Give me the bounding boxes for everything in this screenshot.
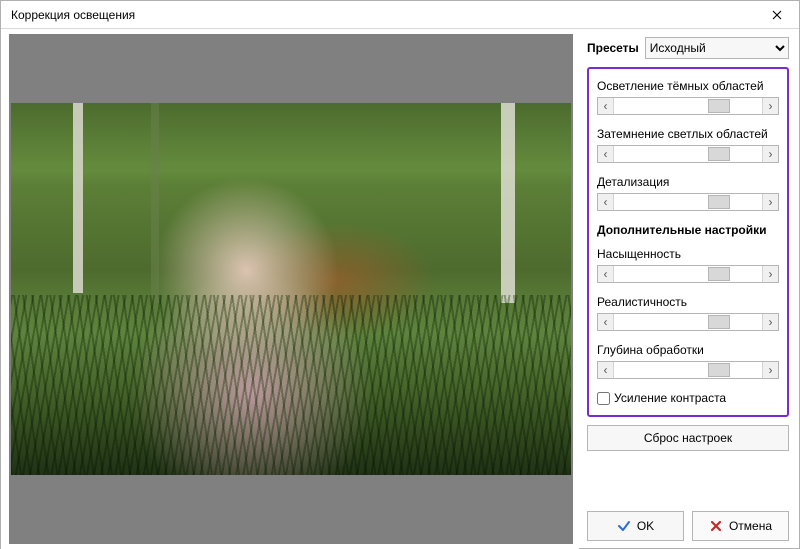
slider-thumb[interactable]	[708, 315, 730, 329]
chevron-right-icon: ›	[769, 147, 773, 161]
slider-thumb[interactable]	[708, 195, 730, 209]
shadows-label: Осветление тёмных областей	[597, 79, 779, 93]
chevron-right-icon: ›	[769, 315, 773, 329]
highlights-label: Затемнение светлых областей	[597, 127, 779, 141]
preview-frame	[9, 34, 573, 544]
chevron-right-icon: ›	[769, 195, 773, 209]
cancel-button-label: Отмена	[729, 519, 772, 533]
slider-thumb[interactable]	[708, 147, 730, 161]
slider-decrease-button[interactable]: ‹	[598, 266, 614, 282]
depth-group: Глубина обработки ‹ ›	[597, 343, 779, 379]
slider-decrease-button[interactable]: ‹	[598, 314, 614, 330]
detail-label: Детализация	[597, 175, 779, 189]
saturation-slider[interactable]: ‹ ›	[597, 265, 779, 283]
slider-thumb[interactable]	[708, 363, 730, 377]
realism-slider[interactable]: ‹ ›	[597, 313, 779, 331]
preview-image	[11, 103, 571, 475]
highlights-slider[interactable]: ‹ ›	[597, 145, 779, 163]
shadows-slider[interactable]: ‹ ›	[597, 97, 779, 115]
depth-slider[interactable]: ‹ ›	[597, 361, 779, 379]
detail-slider[interactable]: ‹ ›	[597, 193, 779, 211]
chevron-left-icon: ‹	[604, 195, 608, 209]
slider-track[interactable]	[614, 146, 762, 162]
highlights-group: Затемнение светлых областей ‹ ›	[597, 127, 779, 163]
dialog-button-row: OK Отмена	[587, 511, 789, 541]
detail-group: Детализация ‹ ›	[597, 175, 779, 211]
chevron-left-icon: ‹	[604, 99, 608, 113]
title-bar: Коррекция освещения	[1, 1, 799, 29]
controls-pane: Пресеты Исходный Осветление тёмных облас…	[579, 29, 799, 549]
slider-track[interactable]	[614, 98, 762, 114]
chevron-left-icon: ‹	[604, 363, 608, 377]
slider-track[interactable]	[614, 266, 762, 282]
slider-increase-button[interactable]: ›	[762, 194, 778, 210]
chevron-right-icon: ›	[769, 99, 773, 113]
slider-track[interactable]	[614, 194, 762, 210]
preset-row: Пресеты Исходный	[587, 37, 789, 59]
cross-icon	[709, 519, 723, 533]
slider-increase-button[interactable]: ›	[762, 98, 778, 114]
preview-pane	[1, 29, 579, 549]
slider-decrease-button[interactable]: ‹	[598, 194, 614, 210]
saturation-group: Насыщенность ‹ ›	[597, 247, 779, 283]
chevron-left-icon: ‹	[604, 147, 608, 161]
slider-increase-button[interactable]: ›	[762, 362, 778, 378]
realism-group: Реалистичность ‹ ›	[597, 295, 779, 331]
slider-decrease-button[interactable]: ‹	[598, 98, 614, 114]
contrast-boost-checkbox[interactable]	[597, 392, 610, 405]
presets-dropdown[interactable]: Исходный	[645, 37, 789, 59]
cancel-button[interactable]: Отмена	[692, 511, 789, 541]
ok-button[interactable]: OK	[587, 511, 684, 541]
slider-thumb[interactable]	[708, 99, 730, 113]
slider-track[interactable]	[614, 362, 762, 378]
ok-button-label: OK	[637, 519, 654, 533]
chevron-right-icon: ›	[769, 363, 773, 377]
slider-increase-button[interactable]: ›	[762, 266, 778, 282]
presets-label: Пресеты	[587, 41, 639, 55]
window-title: Коррекция освещения	[11, 8, 755, 22]
realism-label: Реалистичность	[597, 295, 779, 309]
content-area: Пресеты Исходный Осветление тёмных облас…	[1, 29, 799, 549]
depth-label: Глубина обработки	[597, 343, 779, 357]
slider-thumb[interactable]	[708, 267, 730, 281]
close-icon	[772, 10, 782, 20]
reset-button[interactable]: Сброс настроек	[587, 425, 789, 451]
slider-increase-button[interactable]: ›	[762, 314, 778, 330]
saturation-label: Насыщенность	[597, 247, 779, 261]
close-button[interactable]	[755, 1, 799, 29]
settings-panel: Осветление тёмных областей ‹ › Затемнени…	[587, 67, 789, 417]
slider-increase-button[interactable]: ›	[762, 146, 778, 162]
contrast-boost-label: Усиление контраста	[614, 391, 726, 405]
slider-decrease-button[interactable]: ‹	[598, 362, 614, 378]
chevron-left-icon: ‹	[604, 315, 608, 329]
slider-decrease-button[interactable]: ‹	[598, 146, 614, 162]
slider-track[interactable]	[614, 314, 762, 330]
check-icon	[617, 519, 631, 533]
advanced-header: Дополнительные настройки	[597, 223, 779, 237]
shadows-group: Осветление тёмных областей ‹ ›	[597, 79, 779, 115]
chevron-left-icon: ‹	[604, 267, 608, 281]
chevron-right-icon: ›	[769, 267, 773, 281]
contrast-boost-row: Усиление контраста	[597, 391, 779, 405]
